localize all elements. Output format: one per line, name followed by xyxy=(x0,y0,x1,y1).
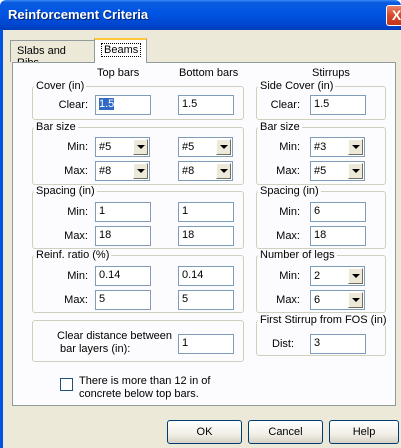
legs-min-value: 2 xyxy=(314,270,321,282)
bottom-spacing-max-field[interactable]: 18 xyxy=(178,226,234,246)
side-cover-clear-field[interactable]: 1.5 xyxy=(310,95,366,115)
more-than-12in-checkbox[interactable] xyxy=(60,378,73,391)
stirrup-bar-size-min-value: #3 xyxy=(314,141,327,153)
chevron-down-icon[interactable] xyxy=(348,292,363,308)
spacing-group-title: Spacing (in) xyxy=(34,185,97,197)
cover-top-clear-field[interactable]: 1.5 xyxy=(95,95,151,115)
tab-beams-label: Beams xyxy=(101,43,142,57)
bar-size-group-title: Bar size xyxy=(34,121,78,133)
stirrup-spacing-min-label: Min: xyxy=(279,206,300,218)
stirrup-spacing-min-field[interactable]: 6 xyxy=(310,202,366,222)
cancel-button[interactable]: Cancel xyxy=(248,420,323,444)
first-stirrup-group-title: First Stirrup from FOS (in) xyxy=(258,314,389,326)
chevron-down-icon[interactable] xyxy=(133,163,148,179)
dist-label: Dist: xyxy=(272,338,294,350)
cover-top-clear-value: 1.5 xyxy=(99,98,115,110)
stirrup-bar-size-min-select[interactable]: #3 xyxy=(310,137,365,157)
cover-group-title: Cover (in) xyxy=(34,80,87,92)
clear-distance-label-line1: Clear distance between xyxy=(57,330,172,342)
chevron-down-icon[interactable] xyxy=(348,163,363,179)
reinf-ratio-group-title: Reinf. ratio (%) xyxy=(34,249,112,261)
clear-distance-label-line2: bar layers (in): xyxy=(60,343,131,355)
top-bar-size-max-value: #8 xyxy=(99,165,112,177)
chevron-down-icon[interactable] xyxy=(216,163,231,179)
window-title: Reinforcement Criteria xyxy=(8,7,149,22)
help-button[interactable]: Help xyxy=(329,420,399,444)
bottom-bar-size-max-value: #8 xyxy=(182,165,195,177)
ok-button[interactable]: OK xyxy=(167,420,242,444)
stirrup-spacing-max-label: Max: xyxy=(276,230,300,242)
bar-size-max-label: Max: xyxy=(64,165,88,177)
top-spacing-max-field[interactable]: 18 xyxy=(95,226,151,246)
legs-min-label: Min: xyxy=(279,270,300,282)
top-bar-size-min-value: #5 xyxy=(99,141,112,153)
header-bottom-bars: Bottom bars xyxy=(179,67,239,79)
bottom-bar-size-min-select[interactable]: #5 xyxy=(178,137,233,157)
legs-max-label: Max: xyxy=(276,294,300,306)
header-stirrups: Stirrups xyxy=(312,67,350,79)
clear-distance-label: Clear distance between bar layers (in): xyxy=(36,330,172,356)
top-reinf-ratio-max-field[interactable]: 5 xyxy=(95,290,151,310)
first-stirrup-dist-field[interactable]: 3 xyxy=(310,334,366,354)
more-than-12in-label-line1: There is more than 12 in of xyxy=(79,375,211,387)
tab-beams[interactable]: Beams xyxy=(94,38,147,63)
clear-distance-field[interactable]: 1 xyxy=(178,334,234,354)
more-than-12in-label-line2: concrete below top bars. xyxy=(79,388,199,400)
stirrup-bar-size-max-value: #5 xyxy=(314,165,327,177)
stirrup-bar-size-max-select[interactable]: #5 xyxy=(310,161,365,181)
bar-size-min-label: Min: xyxy=(67,141,88,153)
stirrup-bar-size-group-title: Bar size xyxy=(258,121,302,133)
header-top-bars: Top bars xyxy=(97,67,140,79)
top-bar-size-min-select[interactable]: #5 xyxy=(95,137,150,157)
legs-min-select[interactable]: 2 xyxy=(310,266,365,286)
top-reinf-ratio-min-field[interactable]: 0.14 xyxy=(95,266,151,286)
top-bar-size-max-select[interactable]: #8 xyxy=(95,161,150,181)
stirrup-bar-size-min-label: Min: xyxy=(279,141,300,153)
cover-bottom-clear-field[interactable]: 1.5 xyxy=(178,95,234,115)
bottom-bar-size-min-value: #5 xyxy=(182,141,195,153)
tab-slabs-and-ribs[interactable]: Slabs and Ribs xyxy=(10,40,95,69)
bottom-bar-size-max-select[interactable]: #8 xyxy=(178,161,233,181)
chevron-down-icon[interactable] xyxy=(348,268,363,284)
legs-max-value: 6 xyxy=(314,294,321,306)
title-bar: Reinforcement Criteria X xyxy=(0,0,401,30)
spacing-min-label: Min: xyxy=(67,206,88,218)
bottom-spacing-min-field[interactable]: 1 xyxy=(178,202,234,222)
number-of-legs-group-title: Number of legs xyxy=(258,249,337,261)
chevron-down-icon[interactable] xyxy=(216,139,231,155)
bottom-reinf-ratio-min-field[interactable]: 0.14 xyxy=(178,266,234,286)
close-button[interactable]: X xyxy=(386,5,401,26)
side-cover-clear-label: Clear: xyxy=(270,99,300,111)
legs-max-select[interactable]: 6 xyxy=(310,290,365,310)
top-spacing-min-field[interactable]: 1 xyxy=(95,202,151,222)
stirrup-bar-size-max-label: Max: xyxy=(276,165,300,177)
bottom-reinf-ratio-max-field[interactable]: 5 xyxy=(178,290,234,310)
reinf-ratio-max-label: Max: xyxy=(64,294,88,306)
chevron-down-icon[interactable] xyxy=(133,139,148,155)
stirrup-spacing-max-field[interactable]: 18 xyxy=(310,226,366,246)
side-cover-group-title: Side Cover (in) xyxy=(258,80,336,92)
more-than-12in-label[interactable]: There is more than 12 in of concrete belo… xyxy=(79,375,239,401)
chevron-down-icon[interactable] xyxy=(348,139,363,155)
stirrup-spacing-group-title: Spacing (in) xyxy=(258,185,321,197)
cover-clear-label: Clear: xyxy=(58,99,88,111)
spacing-max-label: Max: xyxy=(64,230,88,242)
reinf-ratio-min-label: Min: xyxy=(67,270,88,282)
